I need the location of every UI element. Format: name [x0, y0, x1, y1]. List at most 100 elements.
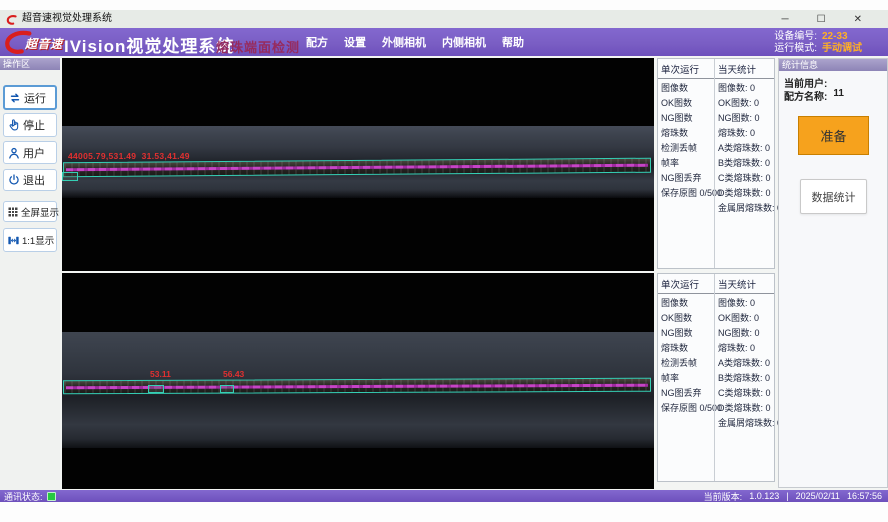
bead-measurement-label: 53.11 [150, 369, 171, 379]
today-stats-title: 当天统计 [715, 61, 774, 79]
today-stats-rows: 图像数: 0OK图数: 0NG图数: 0熔珠数: 0A类熔珠数: 0B类熔珠数:… [715, 81, 774, 216]
data-statistics-button[interactable]: 数据统计 [800, 179, 867, 214]
exit-button[interactable]: 退出 [3, 169, 57, 191]
stat-row: OK图数: 0 [715, 311, 774, 326]
stat-row: OK图数 [658, 96, 714, 111]
stat-row: 金属屑熔珠数: 0 [715, 201, 774, 216]
maximize-icon[interactable]: ☐ [817, 14, 826, 25]
run-mode-label: 运行模式: [774, 43, 817, 54]
info-panel-title: 统计信息 [779, 59, 887, 71]
stat-row: D类熔珠数: 0 [715, 186, 774, 201]
statusbar-separator: | [786, 491, 788, 501]
camera-viewport-top: 44005.79,531.49 31.53,41.49 [62, 58, 654, 271]
exit-button-label: 退出 [23, 172, 45, 188]
version-label: 当前版本: [704, 490, 743, 503]
weld-seam-line [66, 164, 648, 172]
today-stats-column: 当天统计 图像数: 0OK图数: 0NG图数: 0熔珠数: 0A类熔珠数: 0B… [714, 59, 774, 268]
device-number-label: 设备编号: [774, 31, 817, 42]
sidebar-title: 操作区 [0, 58, 60, 70]
camera-viewport-bottom: 53.11 56.43 [62, 273, 654, 489]
run-icon [8, 91, 22, 105]
stat-row: NG图丢弃 [658, 171, 714, 186]
recipe-name-label: 配方名称: [784, 88, 827, 103]
today-stats-title: 当天统计 [715, 276, 774, 294]
app-window: 超音速视觉处理系统 ─ ☐ ✕ 超音速 IVision视觉处理系统 熔珠端面检测… [0, 0, 888, 522]
single-run-rows: 图像数OK图数NG图数熔珠数检测丢帧帧率NG图丢弃保存原图 0/500 [658, 81, 714, 201]
one-to-one-button-label: 1:1显示 [22, 233, 54, 247]
user-icon [7, 146, 21, 160]
stat-row: 检测丢帧 [658, 141, 714, 156]
fullscreen-grid-icon [7, 206, 19, 218]
app-title: IVision视觉处理系统 [64, 32, 234, 57]
one-to-one-button[interactable]: 1:1显示 [3, 228, 57, 252]
run-mode-value: 手动调试 [822, 43, 862, 54]
detection-box [220, 385, 234, 393]
stats-panel-top: 单次运行 图像数OK图数NG图数熔珠数检测丢帧帧率NG图丢弃保存原图 0/500… [657, 58, 775, 269]
detection-box [148, 385, 164, 393]
minimize-icon[interactable]: ─ [782, 14, 789, 25]
run-button-label: 运行 [24, 90, 46, 106]
detection-box [62, 172, 78, 181]
app-subtitle: 熔珠端面检测 [216, 37, 300, 56]
stat-row: 熔珠数 [658, 126, 714, 141]
stat-row: 金属屑熔珠数: 0 [715, 416, 774, 431]
stat-row: B类熔珠数: 0 [715, 156, 774, 171]
menu-item-settings[interactable]: 设置 [344, 34, 366, 50]
single-run-title: 单次运行 [658, 61, 714, 79]
stat-row: 帧率 [658, 371, 714, 386]
stat-row: 熔珠数: 0 [715, 341, 774, 356]
bead-measurement-label: 56.43 [223, 369, 244, 379]
stat-row: NG图丢弃 [658, 386, 714, 401]
single-run-rows: 图像数OK图数NG图数熔珠数检测丢帧帧率NG图丢弃保存原图 0/500 [658, 296, 714, 416]
stat-row: B类熔珠数: 0 [715, 371, 774, 386]
recipe-name-row: 配方名称: 11 [784, 88, 844, 103]
stats-panel-bottom: 单次运行 图像数OK图数NG图数熔珠数检测丢帧帧率NG图丢弃保存原图 0/500… [657, 273, 775, 482]
stat-row: D类熔珠数: 0 [715, 401, 774, 416]
single-run-column: 单次运行 图像数OK图数NG图数熔珠数检测丢帧帧率NG图丢弃保存原图 0/500 [658, 274, 714, 481]
operation-sidebar: 操作区 运行 停止 用户 退出 [0, 58, 60, 490]
menu-item-outer-camera[interactable]: 外侧相机 [382, 34, 426, 50]
stop-hand-icon [7, 118, 21, 132]
statusbar-date: 2025/02/11 [796, 491, 840, 501]
device-info: 设备编号: 22-33 运行模式: 手动调试 [774, 31, 862, 54]
brand-name: 超音速 [25, 35, 63, 52]
fullscreen-button[interactable]: 全屏显示 [3, 201, 57, 222]
window-title: 超音速视觉处理系统 [22, 10, 112, 28]
stat-row: 图像数 [658, 81, 714, 96]
recipe-name-value: 11 [833, 88, 844, 103]
window-controls: ─ ☐ ✕ [782, 10, 862, 28]
today-stats-rows: 图像数: 0OK图数: 0NG图数: 0熔珠数: 0A类熔珠数: 0B类熔珠数:… [715, 296, 774, 431]
stat-row: 保存原图 0/500 [658, 401, 714, 416]
stat-row: 保存原图 0/500 [658, 186, 714, 201]
user-button-label: 用户 [23, 145, 45, 161]
run-button[interactable]: 运行 [3, 85, 57, 110]
prepare-button[interactable]: 准备 [798, 116, 869, 155]
statusbar-time: 16:57:56 [847, 491, 882, 501]
version-value: 1.0.123 [749, 491, 779, 501]
statusbar: 通讯状态: 当前版本: 1.0.123 | 2025/02/11 16:57:5… [0, 490, 888, 502]
menu-item-help[interactable]: 帮助 [502, 34, 524, 50]
stat-row: NG图数 [658, 111, 714, 126]
stat-row: 图像数: 0 [715, 296, 774, 311]
stat-row: NG图数: 0 [715, 111, 774, 126]
comm-status-label: 通讯状态: [4, 490, 43, 503]
menu-item-inner-camera[interactable]: 内侧相机 [442, 34, 486, 50]
stat-row: NG图数: 0 [715, 326, 774, 341]
stat-row: 熔珠数 [658, 341, 714, 356]
comm-status-icon [47, 492, 56, 501]
close-icon[interactable]: ✕ [854, 14, 862, 25]
statistics-info-panel: 统计信息 当前用户: 配方名称: 11 准备 数据统计 [778, 58, 888, 488]
stat-row: OK图数 [658, 311, 714, 326]
measurement-annotation: 44005.79,531.49 31.53,41.49 [68, 151, 190, 161]
power-icon [7, 173, 21, 187]
stat-row: A类熔珠数: 0 [715, 356, 774, 371]
menu-bar: 配方 设置 外侧相机 内侧相机 帮助 [306, 28, 524, 56]
comm-status: 通讯状态: [4, 490, 56, 502]
stat-row: 检测丢帧 [658, 356, 714, 371]
user-button[interactable]: 用户 [3, 141, 57, 164]
stat-row: 熔珠数: 0 [715, 126, 774, 141]
today-stats-column: 当天统计 图像数: 0OK图数: 0NG图数: 0熔珠数: 0A类熔珠数: 0B… [714, 274, 774, 481]
menu-item-recipe[interactable]: 配方 [306, 34, 328, 50]
titlebar: 超音速视觉处理系统 ─ ☐ ✕ [0, 10, 888, 29]
stop-button[interactable]: 停止 [3, 113, 57, 137]
